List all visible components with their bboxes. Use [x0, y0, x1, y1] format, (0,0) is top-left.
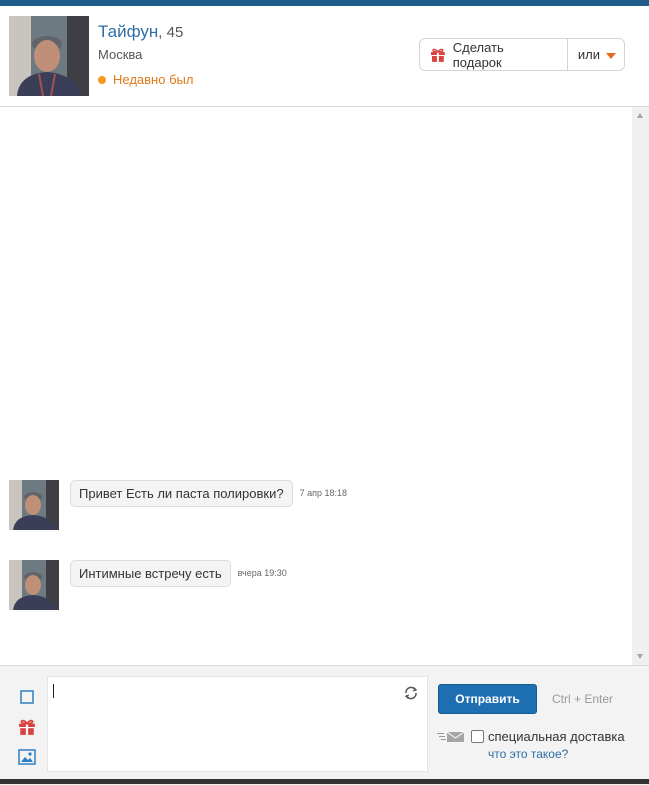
send-shortcut-hint: Ctrl + Enter	[552, 692, 614, 706]
scroll-down-icon[interactable]	[637, 654, 643, 659]
special-delivery-checkbox[interactable]	[471, 730, 484, 743]
status-dot-icon	[98, 75, 106, 84]
chat-scrollbar[interactable]	[632, 107, 649, 665]
action-button-group: Сделать подарок или	[419, 38, 625, 71]
profile-age: , 45	[158, 24, 184, 41]
chat-history: Привет Есть ли паста полировки? 7 апр 18…	[0, 107, 632, 665]
message-composer: Отправить Ctrl + Enter специальная доста…	[0, 665, 649, 785]
gift-icon	[19, 719, 35, 735]
sticker-button[interactable]	[15, 682, 39, 712]
square-icon	[20, 690, 34, 704]
message-bubble: Интимные встречу есть	[70, 560, 231, 587]
profile-header: Тайфун, 45 Москва Недавно был Сделать по…	[0, 6, 649, 107]
gift-icon	[430, 48, 445, 62]
what-is-it-link[interactable]: что это такое?	[488, 747, 568, 761]
profile-city: Москва	[98, 47, 143, 62]
message-item: Интимные встречу есть вчера 19:30	[9, 560, 287, 610]
make-gift-label: Сделать подарок	[452, 39, 504, 70]
sender-avatar[interactable]	[9, 480, 59, 530]
profile-name-row: Тайфун, 45	[98, 22, 183, 42]
online-status-text: Недавно был	[113, 72, 194, 87]
or-label: или	[577, 47, 600, 62]
photo-attach-button[interactable]	[15, 742, 39, 772]
profile-name[interactable]: Тайфун	[98, 22, 158, 41]
taskbar-strip	[0, 779, 649, 784]
sender-avatar[interactable]	[9, 560, 59, 610]
special-delivery-label: специальная доставка	[488, 729, 625, 744]
message-item: Привет Есть ли паста полировки? 7 апр 18…	[9, 480, 347, 530]
gift-attach-button[interactable]	[15, 712, 39, 742]
or-dropdown-button[interactable]: или	[568, 47, 624, 62]
chevron-down-icon	[606, 52, 616, 59]
mail-icon	[437, 731, 465, 742]
online-status: Недавно был	[98, 72, 193, 87]
make-gift-button[interactable]: Сделать подарок	[420, 39, 568, 70]
message-bubble: Привет Есть ли паста полировки?	[70, 480, 293, 507]
refresh-icon[interactable]	[403, 685, 419, 701]
message-input[interactable]	[47, 676, 428, 772]
send-button[interactable]: Отправить	[438, 684, 537, 714]
special-delivery-option: специальная доставка	[437, 729, 625, 744]
composer-side-icons	[15, 682, 39, 772]
profile-avatar[interactable]	[9, 16, 89, 96]
scroll-up-icon[interactable]	[637, 113, 643, 118]
text-cursor	[53, 684, 54, 698]
message-time: вчера 19:30	[237, 568, 287, 578]
message-time: 7 апр 18:18	[299, 488, 348, 498]
image-icon	[18, 749, 36, 765]
